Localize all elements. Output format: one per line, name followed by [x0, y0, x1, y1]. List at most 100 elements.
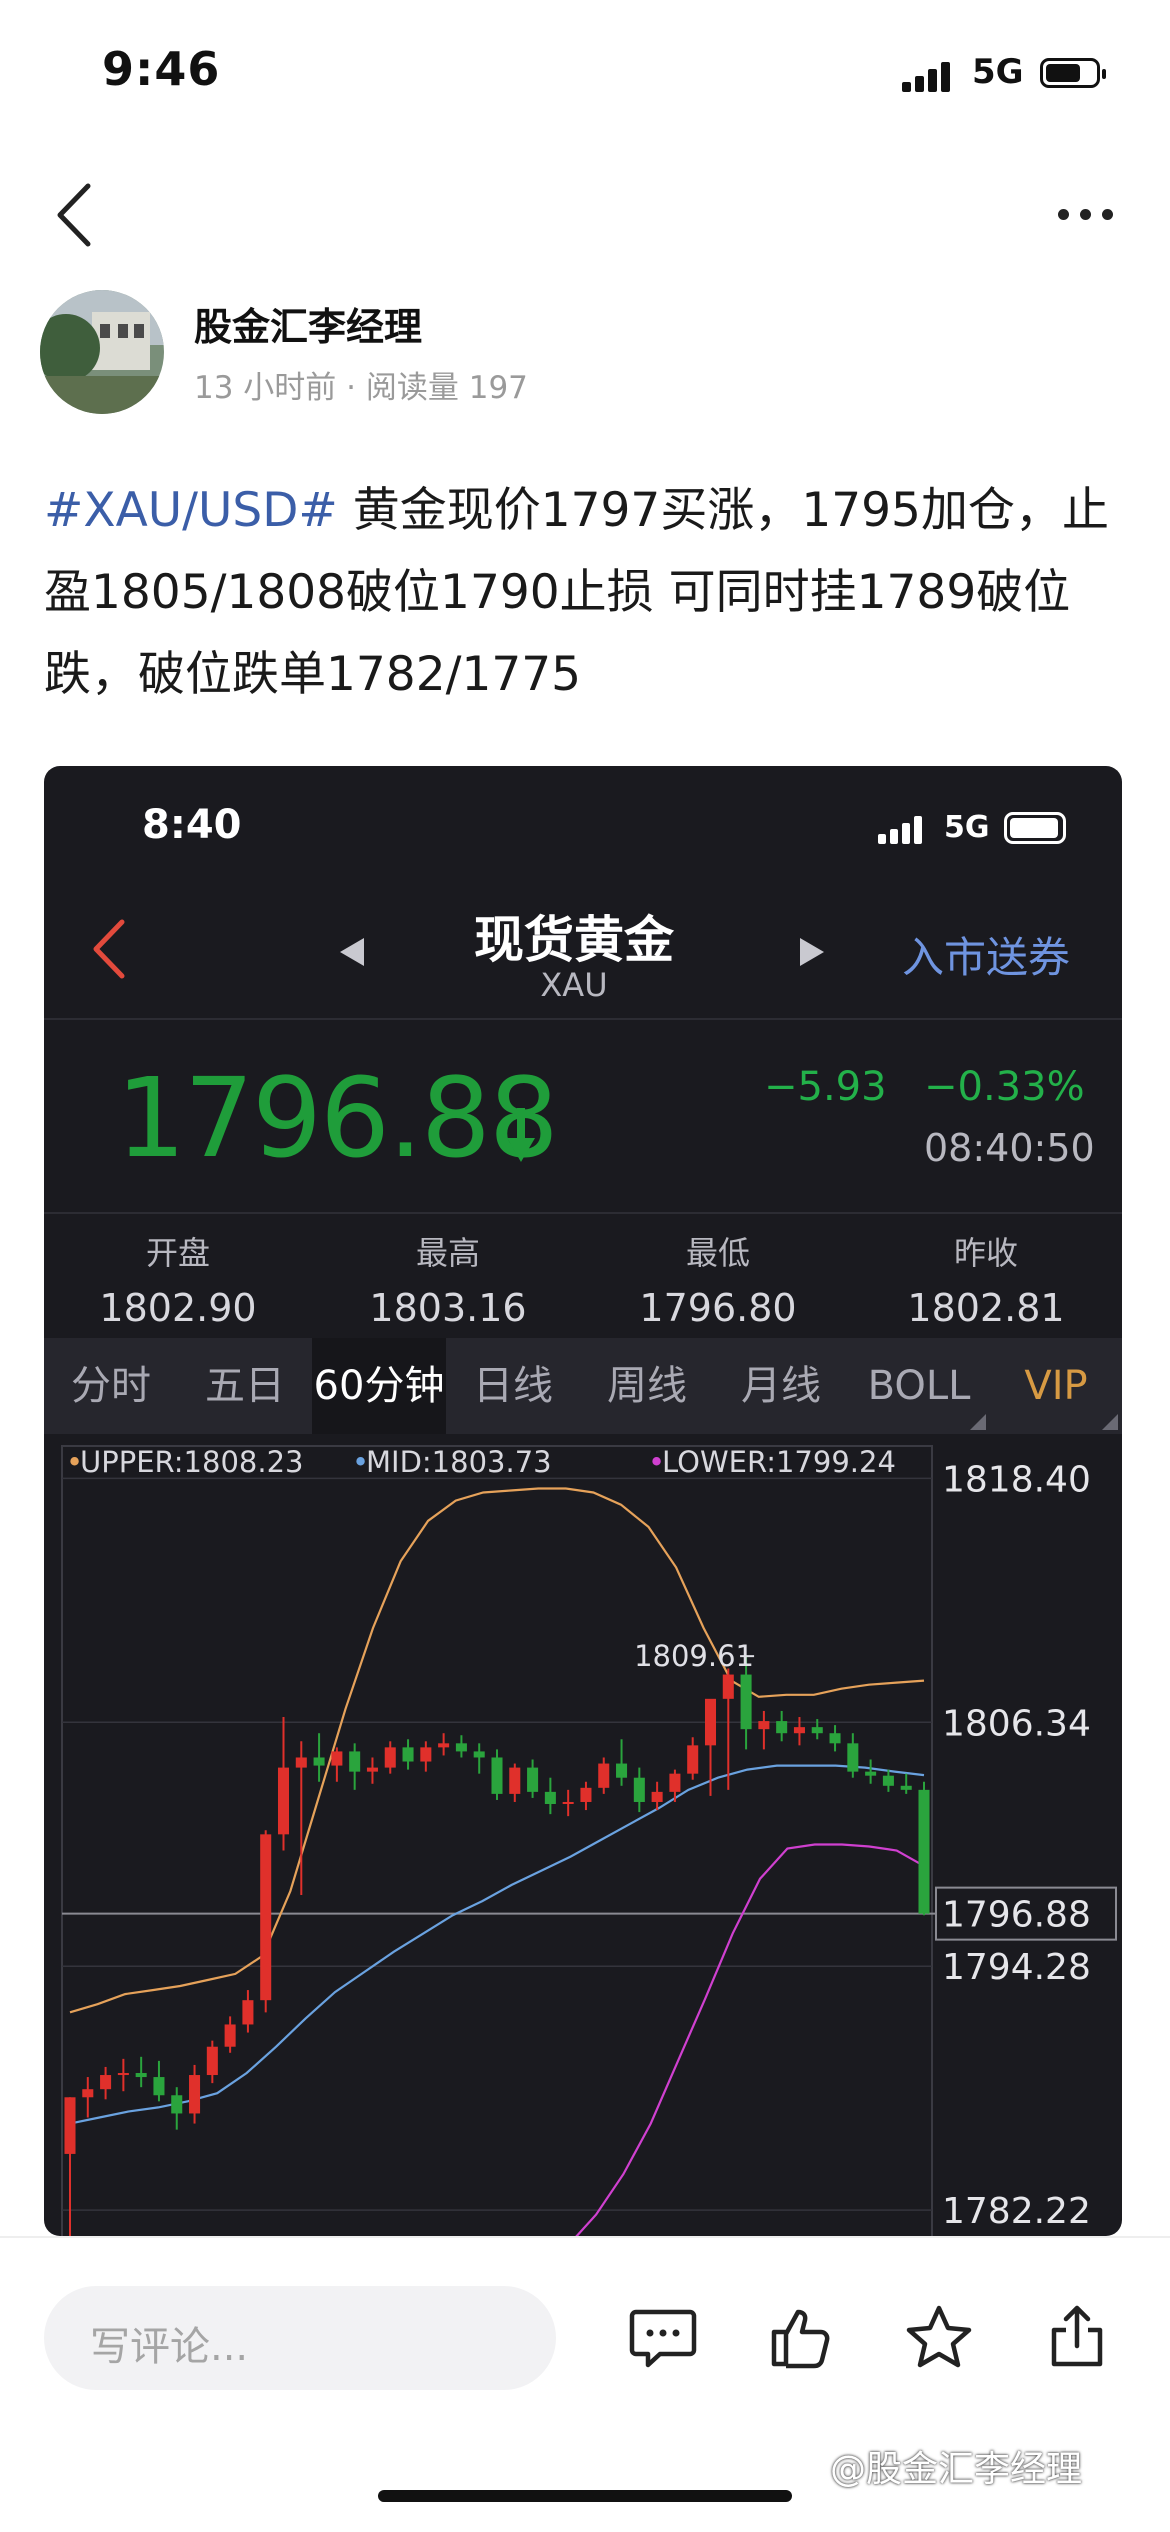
- candle: [865, 1759, 877, 1784]
- embed-period-tabs: 分时 五日 60分钟 日线 周线 月线 BOLL VIP: [44, 1338, 1122, 1434]
- candle: [847, 1733, 859, 1778]
- embed-price: 1796.88: [116, 1054, 559, 1182]
- candle: [544, 1777, 556, 1815]
- embed-network-label: 5G: [944, 810, 990, 845]
- embed-subtitle: XAU: [540, 966, 608, 1004]
- candle-body: [82, 2089, 94, 2098]
- candle: [900, 1773, 912, 1794]
- candle-body: [580, 1787, 592, 1802]
- candle-body: [64, 2097, 76, 2154]
- author-name[interactable]: 股金汇李经理: [194, 296, 422, 351]
- candle-body: [135, 2073, 147, 2078]
- tab-monthly: 月线: [741, 1363, 821, 1409]
- candle-body: [616, 1763, 628, 1778]
- thumbs-up-icon: [771, 2309, 830, 2369]
- y-tick-label: 1782.22: [942, 2191, 1091, 2232]
- tab-weekly: 周线: [607, 1363, 687, 1409]
- candle: [82, 2077, 94, 2118]
- candle-body: [882, 1775, 894, 1786]
- like-button[interactable]: [766, 2302, 836, 2372]
- candle: [598, 1757, 610, 1794]
- candle-body: [455, 1743, 467, 1752]
- back-button[interactable]: [48, 180, 108, 250]
- candle: [420, 1741, 432, 1772]
- embed-change: −5.93: [764, 1064, 887, 1110]
- candle: [882, 1769, 894, 1792]
- candle-body: [865, 1771, 877, 1776]
- stat-high: 最高 1803.16: [369, 1234, 527, 1330]
- legend-lower: LOWER:1799.24: [662, 1445, 896, 1479]
- candle: [117, 2058, 129, 2092]
- candle: [153, 2060, 165, 2102]
- hashtag-link[interactable]: #XAU/USD#: [44, 483, 338, 538]
- candle-body: [153, 2077, 165, 2096]
- embed-battery-icon: [1004, 812, 1066, 844]
- more-button[interactable]: [1050, 195, 1120, 235]
- candle: [260, 1830, 272, 2013]
- candle-body: [918, 1789, 930, 1914]
- candle-body: [331, 1751, 343, 1766]
- favorite-button[interactable]: [904, 2302, 974, 2372]
- candle: [669, 1769, 681, 1802]
- candle-body: [740, 1674, 752, 1730]
- candle-body: [544, 1791, 556, 1805]
- candle-body: [829, 1733, 841, 1744]
- candle: [313, 1733, 325, 1782]
- y-tick-label: 1794.28: [942, 1947, 1091, 1988]
- tab-daily: 日线: [473, 1363, 553, 1409]
- candle: [100, 2066, 112, 2100]
- more-icon: [1058, 209, 1069, 220]
- candle: [687, 1737, 699, 1780]
- candle-body: [384, 1747, 396, 1768]
- watermark: @股金汇李经理: [830, 2449, 1083, 2490]
- avatar[interactable]: [40, 290, 164, 414]
- candle-body: [491, 1757, 503, 1794]
- candlestick-chart: 1809.61 • UPPER:1808.23 • MID:1803.73 • …: [61, 1445, 1117, 2236]
- candle: [438, 1733, 450, 1756]
- legend-upper: UPPER:1808.23: [80, 1445, 303, 1479]
- candle: [384, 1741, 396, 1774]
- candle-body: [900, 1785, 912, 1790]
- candle: [455, 1735, 467, 1758]
- share-button[interactable]: [1042, 2302, 1112, 2372]
- embed-status-time: 8:40: [142, 802, 242, 848]
- embed-signal-icon: [878, 814, 934, 844]
- candle-body: [598, 1763, 610, 1788]
- candle: [366, 1757, 378, 1784]
- candle-body: [117, 2073, 129, 2076]
- comment-placeholder: 写评论...: [90, 2324, 249, 2370]
- stat-open: 开盘 1802.90: [99, 1234, 257, 1330]
- candle-body: [669, 1773, 681, 1792]
- embed-back-icon: [86, 914, 136, 984]
- stat-prev-close: 昨收 1802.81: [907, 1234, 1065, 1330]
- home-indicator: [378, 2490, 792, 2502]
- candle-body: [206, 2046, 218, 2076]
- y-tick-label: 1818.40: [942, 1459, 1091, 1500]
- candle: [242, 1990, 254, 2033]
- candle-body: [847, 1743, 859, 1772]
- candle: [918, 1781, 930, 1916]
- post-body: #XAU/USD# 黄金现价1797买涨，1795加仓，止盈1805/1808破…: [44, 470, 1124, 716]
- status-time: 9:46: [102, 42, 221, 96]
- embed-change-pct: −0.33%: [924, 1064, 1085, 1110]
- candle: [562, 1789, 574, 1817]
- candle-body: [473, 1751, 485, 1758]
- candle-body: [189, 2075, 201, 2114]
- candle: [64, 2097, 76, 2236]
- network-label: 5G: [972, 52, 1024, 92]
- candle: [509, 1763, 521, 1802]
- tab-five-day: 五日: [205, 1363, 285, 1409]
- post-meta: 13 小时前 · 阅读量 197: [194, 370, 528, 406]
- candle-body: [100, 2075, 112, 2090]
- candle-body: [366, 1767, 378, 1772]
- candle-body: [562, 1801, 574, 1805]
- embedded-screenshot[interactable]: 8:40 5G 现货黄金 XAU 入市送券 1796.88 −5.93 −0.3…: [44, 766, 1122, 2236]
- embed-promo-label: 入市送券: [902, 933, 1071, 982]
- share-icon: [1051, 2305, 1103, 2367]
- comment-button[interactable]: [628, 2302, 698, 2372]
- candle-body: [687, 1745, 699, 1774]
- candle-body: [420, 1747, 432, 1762]
- signal-icon: [902, 58, 962, 92]
- candle-body: [527, 1767, 539, 1792]
- tab-intraday: 分时: [71, 1363, 151, 1409]
